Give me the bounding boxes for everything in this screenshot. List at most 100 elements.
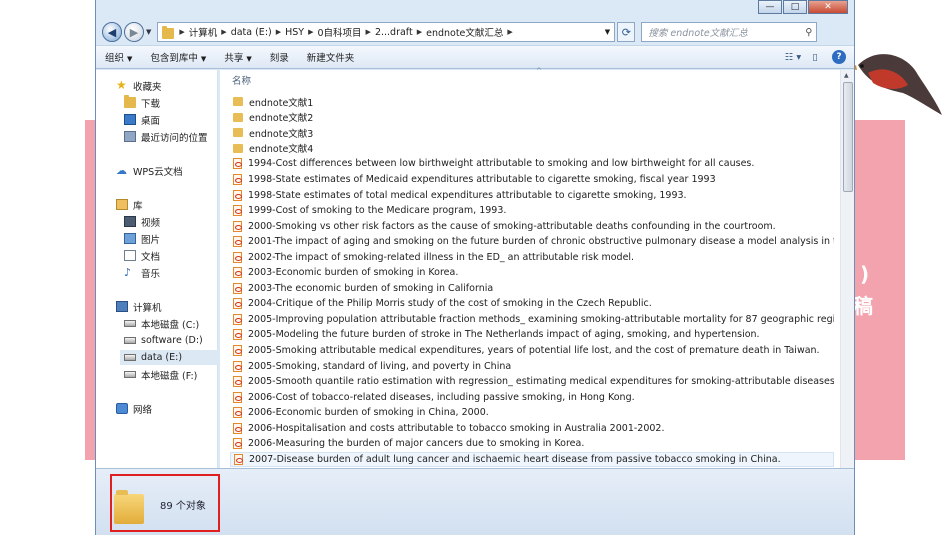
caption-buttons: — □ ✕ <box>757 0 848 14</box>
list-item[interactable]: 2006-Measuring the burden of major cance… <box>230 436 834 452</box>
chevron-right-icon[interactable]: ▶ <box>308 28 313 36</box>
vertical-scroll-thumb[interactable] <box>843 82 853 192</box>
list-item[interactable]: 2003-The economic burden of smoking in C… <box>230 281 834 297</box>
address-bar[interactable]: ▶ 计算机 ▶ data (E:) ▶ HSY ▶ 0自科项目 ▶ 2...dr… <box>157 22 616 42</box>
sort-ascending-icon: ^ <box>536 67 542 75</box>
share-button[interactable]: 共享 ▼ <box>215 50 260 64</box>
pdf-file-icon <box>233 158 242 170</box>
organize-button[interactable]: 组织 ▼ <box>96 50 141 64</box>
chevron-right-icon[interactable]: ▶ <box>417 28 422 36</box>
column-header-name[interactable]: 名称 <box>232 73 251 87</box>
nav-music[interactable]: ♪ 音乐 <box>124 265 160 280</box>
list-item[interactable]: 2005-Modeling the future burden of strok… <box>230 327 834 343</box>
breadcrumb-drive-e[interactable]: data (E:) <box>231 27 272 38</box>
list-item[interactable]: 2006-Hospitalisation and costs attributa… <box>230 420 834 436</box>
list-item[interactable]: 1999-Cost of smoking to the Medicare pro… <box>230 203 834 219</box>
recent-pages-dropdown-icon[interactable]: ▼ <box>146 28 151 36</box>
library-icon <box>116 199 128 210</box>
list-item-name: 2003-The economic burden of smoking in C… <box>248 282 494 294</box>
toolbar-right: ☷ ▾ ▯ ? <box>782 50 854 64</box>
nav-drive-d[interactable]: software (D:) <box>124 333 203 348</box>
view-options-icon[interactable]: ☷ ▾ <box>782 52 804 63</box>
list-item[interactable]: 2005-Smoking attributable medical expend… <box>230 343 834 359</box>
new-folder-button[interactable]: 新建文件夹 <box>298 50 364 64</box>
nav-computer[interactable]: 计算机 <box>116 299 162 314</box>
chevron-right-icon[interactable]: ▶ <box>179 28 184 36</box>
nav-wps-cloud[interactable]: ☁ WPS云文档 <box>116 163 183 178</box>
list-item[interactable]: 2007-Disease burden of adult lung cancer… <box>230 451 834 468</box>
network-icon <box>116 403 128 414</box>
include-in-library-button[interactable]: 包含到库中 ▼ <box>141 50 215 64</box>
list-item[interactable]: 2005-Improving population attributable f… <box>230 312 834 328</box>
nav-recent[interactable]: 最近访问的位置 <box>124 129 208 144</box>
nav-drive-f[interactable]: 本地磁盘 (F:) <box>124 367 197 382</box>
address-dropdown-icon[interactable]: ▼ <box>600 28 614 36</box>
pdf-file-icon <box>233 345 242 357</box>
pdf-file-icon <box>233 360 242 372</box>
nav-pictures[interactable]: 图片 <box>124 231 160 246</box>
list-item[interactable]: 2001-The impact of aging and smoking on … <box>230 234 834 250</box>
pdf-file-icon <box>233 282 242 294</box>
nav-pictures-label: 图片 <box>141 234 161 246</box>
list-item[interactable]: 1998-State estimates of total medical ex… <box>230 187 834 203</box>
vertical-scrollbar[interactable]: ▲ ▼ <box>840 70 854 480</box>
pdf-file-icon <box>233 220 242 232</box>
nav-favorites-label: 收藏夹 <box>133 81 162 93</box>
chevron-right-icon[interactable]: ▶ <box>221 28 226 36</box>
list-item[interactable]: endnote文献2 <box>230 110 834 126</box>
list-item[interactable]: 2006-Economic burden of smoking in China… <box>230 405 834 421</box>
list-item[interactable]: 1994-Cost differences between low birthw… <box>230 156 834 172</box>
chevron-right-icon[interactable]: ▶ <box>507 28 512 36</box>
breadcrumb-hsy[interactable]: HSY <box>285 27 304 38</box>
help-icon[interactable]: ? <box>832 50 846 64</box>
list-item-name: 2005-Smooth quantile ratio estimation wi… <box>248 376 834 388</box>
nav-drive-c[interactable]: 本地磁盘 (C:) <box>124 316 199 331</box>
list-item-name: 1999-Cost of smoking to the Medicare pro… <box>248 205 507 217</box>
list-item[interactable]: 2005-Smoking, standard of living, and po… <box>230 358 834 374</box>
search-placeholder: 搜索 endnote文献汇总 <box>648 28 748 39</box>
chevron-right-icon[interactable]: ▶ <box>366 28 371 36</box>
back-button[interactable]: ◀ <box>102 22 122 42</box>
pdf-file-icon <box>234 453 243 465</box>
search-input[interactable]: 搜索 endnote文献汇总 ⚲ <box>641 22 818 42</box>
forward-button[interactable]: ▶ <box>124 22 144 42</box>
list-item[interactable]: 2000-Smoking vs other risk factors as th… <box>230 218 834 234</box>
nav-videos[interactable]: 视频 <box>124 214 160 229</box>
burn-button[interactable]: 刻录 <box>261 50 298 64</box>
maximize-button[interactable]: □ <box>783 0 807 14</box>
nav-favorites[interactable]: ★ 收藏夹 <box>116 78 162 93</box>
refresh-button[interactable]: ⟳ <box>617 22 636 42</box>
close-button[interactable]: ✕ <box>808 0 848 14</box>
minimize-button[interactable]: — <box>758 0 782 14</box>
nav-recent-label: 最近访问的位置 <box>141 132 208 144</box>
nav-drive-e[interactable]: data (E:) <box>120 350 218 365</box>
nav-libraries[interactable]: 库 <box>116 197 143 212</box>
nav-documents[interactable]: 文档 <box>124 248 160 263</box>
chevron-right-icon[interactable]: ▶ <box>276 28 281 36</box>
preview-pane-icon[interactable]: ▯ <box>804 52 826 63</box>
chevron-down-icon: ▼ <box>127 55 133 63</box>
breadcrumb-endnote[interactable]: endnote文献汇总 <box>426 25 503 39</box>
list-item[interactable]: endnote文献3 <box>230 125 834 141</box>
list-item[interactable]: 2003-Economic burden of smoking in Korea… <box>230 265 834 281</box>
list-item[interactable]: 1998-State estimates of Medicaid expendi… <box>230 172 834 188</box>
breadcrumb-project[interactable]: 0自科项目 <box>318 25 362 39</box>
nav-network[interactable]: 网络 <box>116 401 152 416</box>
list-item[interactable]: 2004-Critique of the Philip Morris study… <box>230 296 834 312</box>
list-item[interactable]: 2002-The impact of smoking-related illne… <box>230 249 834 265</box>
pdf-file-icon <box>233 174 242 185</box>
breadcrumb-draft[interactable]: 2...draft <box>375 27 413 38</box>
breadcrumb-computer[interactable]: 计算机 <box>189 25 218 39</box>
search-icon[interactable]: ⚲ <box>805 27 812 38</box>
list-item[interactable]: endnote文献4 <box>230 141 834 157</box>
cloud-icon: ☁ <box>116 164 127 177</box>
list-item-name: 2003-Economic burden of smoking in Korea… <box>248 267 459 279</box>
list-item[interactable]: 2005-Smooth quantile ratio estimation wi… <box>230 374 834 390</box>
slide-text-paren: ) <box>860 262 870 286</box>
nav-desktop[interactable]: 桌面 <box>124 112 160 127</box>
scroll-up-icon[interactable]: ▲ <box>844 72 849 79</box>
nav-downloads[interactable]: 下载 <box>124 95 160 110</box>
list-item-name: endnote文献2 <box>249 113 314 125</box>
list-item[interactable]: 2006-Cost of tobacco-related diseases, i… <box>230 389 834 405</box>
list-item[interactable]: endnote文献1 <box>230 94 834 110</box>
